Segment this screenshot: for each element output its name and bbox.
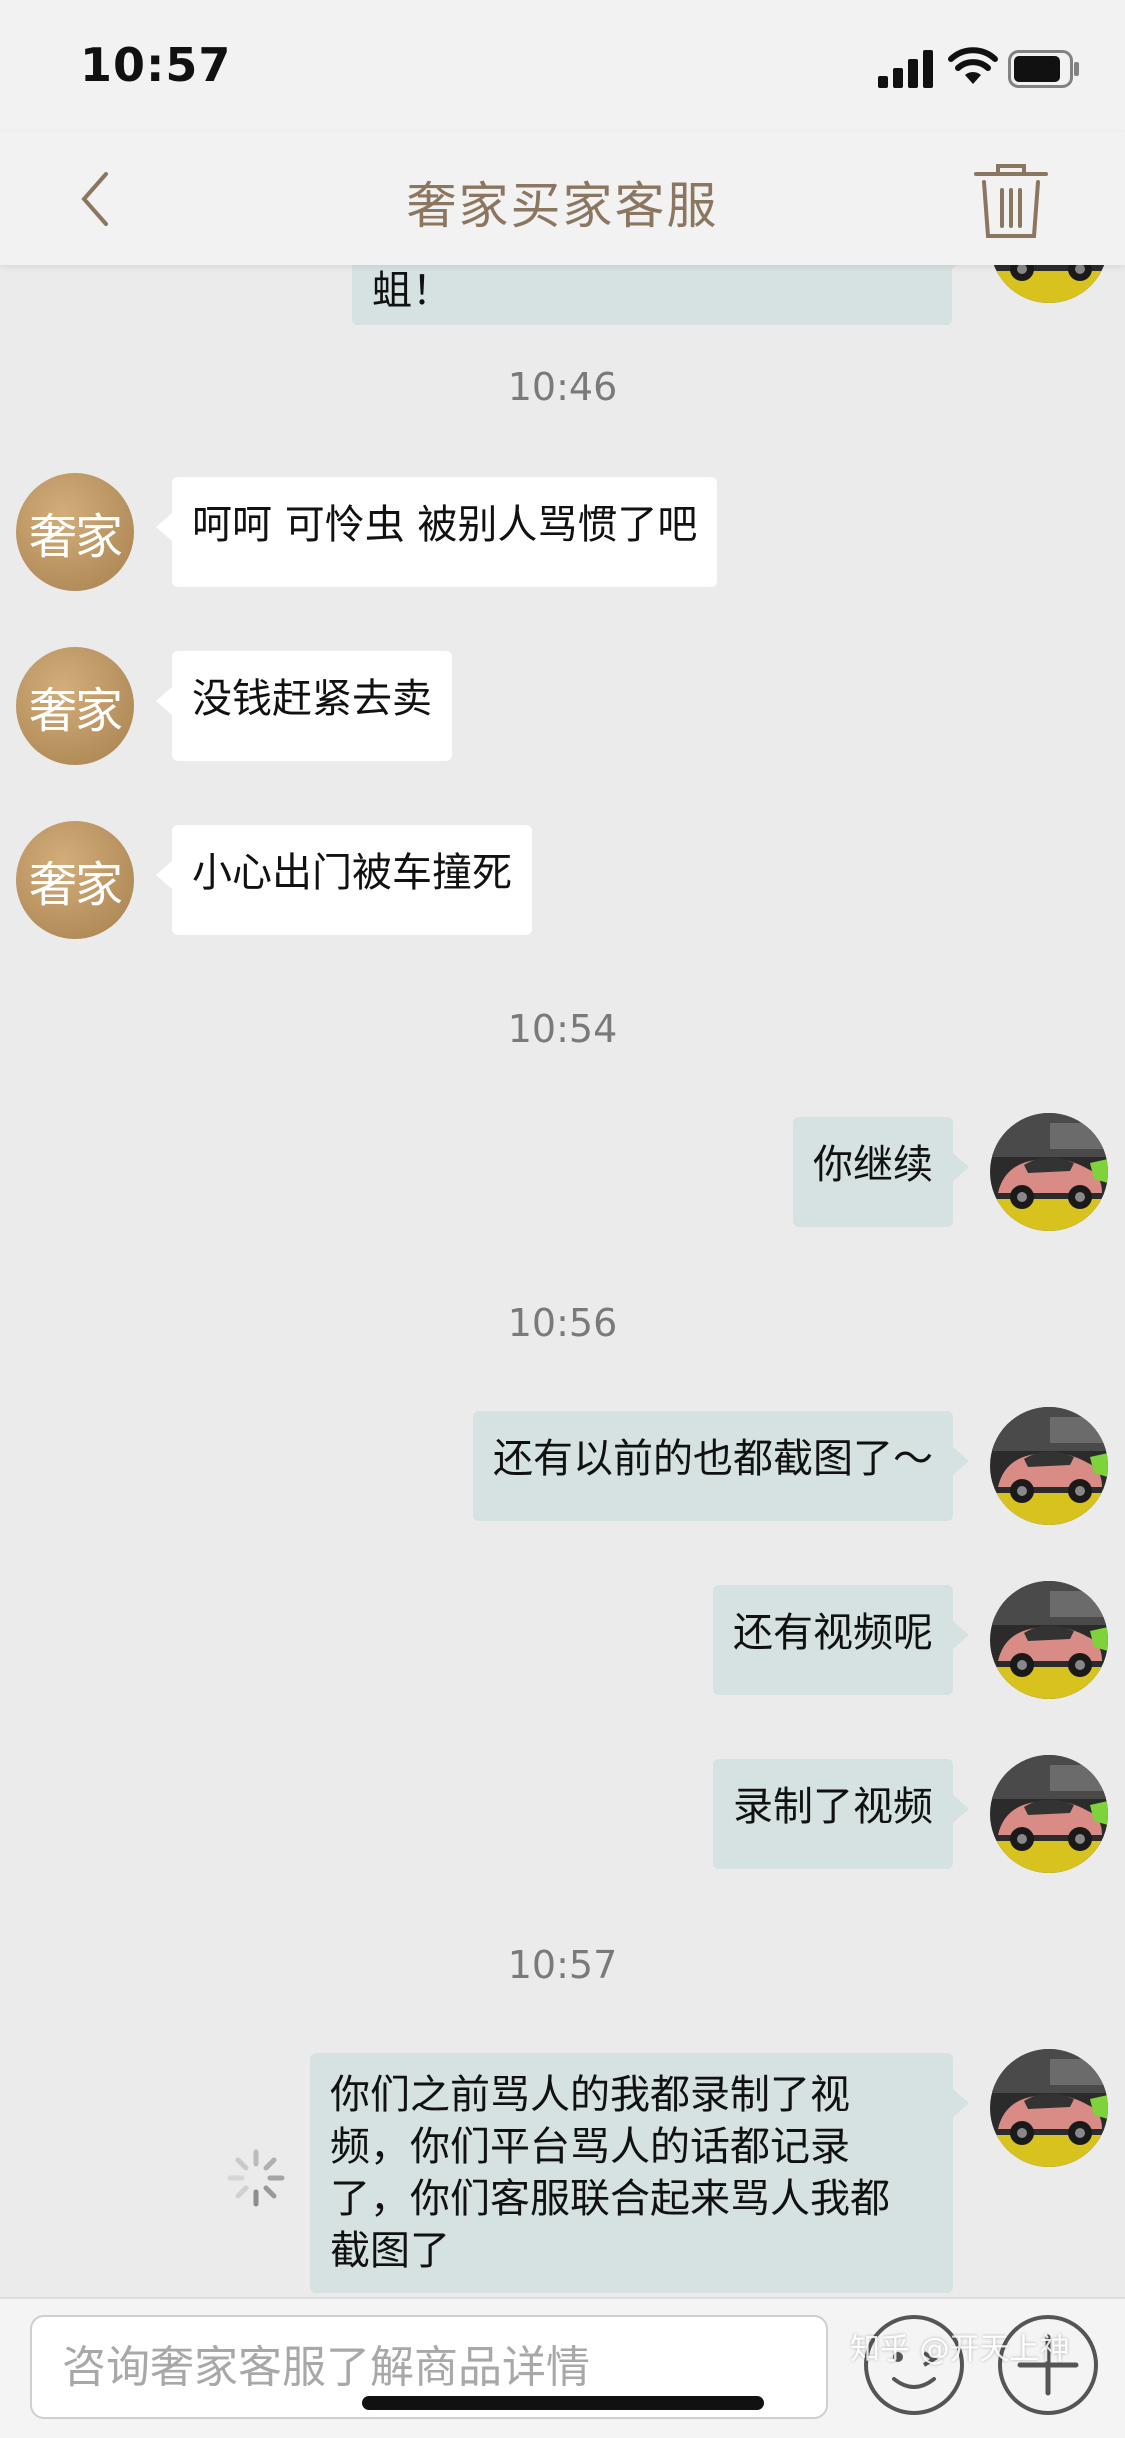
message-text: 蛆！ bbox=[372, 268, 452, 314]
signal-icon bbox=[878, 50, 933, 88]
message-bubble-outgoing[interactable]: 蛆！ bbox=[352, 265, 968, 325]
service-avatar[interactable]: 奢家 bbox=[16, 821, 134, 939]
message-bubble-outgoing[interactable]: 还有以前的也都截图了～ bbox=[473, 1411, 969, 1521]
user-avatar[interactable] bbox=[990, 2049, 1108, 2167]
user-avatar[interactable] bbox=[990, 1407, 1108, 1525]
user-avatar[interactable] bbox=[990, 265, 1108, 303]
timestamp: 10:46 bbox=[507, 365, 618, 409]
timestamp: 10:54 bbox=[507, 1007, 618, 1051]
message-bubble-outgoing[interactable]: 录制了视频 bbox=[713, 1759, 969, 1869]
wifi-icon bbox=[948, 47, 998, 84]
message-text: 还有以前的也都截图了～ bbox=[493, 1436, 933, 1482]
sending-spinner-icon bbox=[227, 2149, 285, 2207]
trash-icon[interactable] bbox=[972, 160, 1050, 240]
message-text: 呵呵 可怜虫 被别人骂惯了吧 bbox=[192, 502, 698, 548]
message-bubble-outgoing[interactable]: 你们之前骂人的我都录制了视 频，你们平台骂人的话都记录 了，你们客服联合起来骂人… bbox=[310, 2053, 969, 2293]
chat-area[interactable]: 蛆！ 10:46 奢家 呵呵 可怜虫 被别人骂惯了吧 奢家 没钱赶紧去卖 奢家 … bbox=[0, 265, 1125, 2297]
page-title: 奢家买家客服 bbox=[406, 177, 719, 235]
user-avatar[interactable] bbox=[990, 1755, 1108, 1873]
watermark: 知乎 @开天上神 bbox=[850, 2332, 1070, 2367]
message-text: 录制了视频 bbox=[733, 1784, 933, 1830]
battery-icon bbox=[1008, 50, 1079, 88]
service-avatar[interactable]: 奢家 bbox=[16, 473, 134, 591]
message-bubble-incoming[interactable]: 没钱赶紧去卖 bbox=[156, 651, 452, 761]
message-bubble-outgoing[interactable]: 还有视频呢 bbox=[713, 1585, 969, 1695]
nav-bar: 奢家买家客服 bbox=[0, 132, 1125, 265]
timestamp: 10:57 bbox=[507, 1943, 618, 1987]
message-text-line: 频，你们平台骂人的话都记录 bbox=[330, 2124, 850, 2170]
message-text-line: 了，你们客服联合起来骂人我都 bbox=[330, 2176, 890, 2222]
service-avatar[interactable]: 奢家 bbox=[16, 647, 134, 765]
user-avatar[interactable] bbox=[990, 1113, 1108, 1231]
message-bubble-incoming[interactable]: 呵呵 可怜虫 被别人骂惯了吧 bbox=[155, 477, 718, 587]
message-bubble-incoming[interactable]: 小心出门被车撞死 bbox=[156, 825, 532, 935]
message-bubble-outgoing[interactable]: 你继续 bbox=[793, 1117, 969, 1227]
message-text-line: 截图了 bbox=[330, 2228, 450, 2274]
user-avatar[interactable] bbox=[990, 1581, 1108, 1699]
home-indicator bbox=[362, 2396, 764, 2410]
timestamp: 10:56 bbox=[507, 1301, 618, 1345]
message-text: 还有视频呢 bbox=[733, 1610, 933, 1656]
status-time: 10:57 bbox=[80, 38, 232, 92]
message-text: 你继续 bbox=[813, 1142, 933, 1188]
message-text: 小心出门被车撞死 bbox=[192, 850, 512, 896]
message-text: 没钱赶紧去卖 bbox=[192, 676, 432, 722]
message-text-line: 你们之前骂人的我都录制了视 bbox=[330, 2072, 850, 2118]
status-bar: 10:57 bbox=[0, 0, 1125, 132]
